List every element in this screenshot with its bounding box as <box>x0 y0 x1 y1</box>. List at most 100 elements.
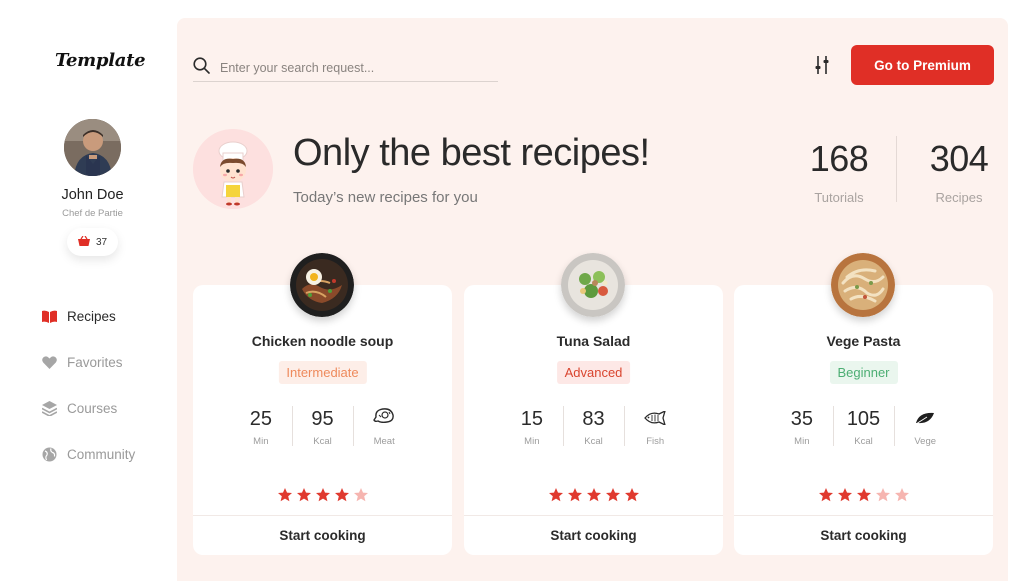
dish-image <box>290 253 354 317</box>
sidebar-item-label: Community <box>67 446 136 462</box>
basket-count: 37 <box>95 236 108 248</box>
star-filled-icon <box>605 488 620 502</box>
dish-image <box>831 253 895 317</box>
metric-time-unit: Min <box>524 436 540 447</box>
metric-type: Vege <box>894 406 956 448</box>
sidebar-item-community[interactable]: Community <box>42 444 135 464</box>
metric-time: 15 Min <box>501 406 563 448</box>
fish-icon <box>644 408 667 431</box>
metric-kcal: 83 Kcal <box>562 406 625 448</box>
globe-icon <box>42 447 57 462</box>
recipe-metrics: 15 Min 83 Kcal Fish <box>501 406 686 448</box>
avatar[interactable] <box>64 119 121 176</box>
star-empty-icon <box>894 488 909 502</box>
sidebar-item-label: Courses <box>67 400 118 416</box>
metric-kcal: 95 Kcal <box>291 406 354 448</box>
metric-kcal-unit: Kcal <box>854 436 873 447</box>
metric-type-label: Vege <box>914 436 937 447</box>
metric-kcal-value: 83 <box>582 407 605 430</box>
recipe-card[interactable]: Vege Pasta Beginner 35 Min 105 Kcal Vege <box>734 253 993 555</box>
recipe-metrics: 25 Min 95 Kcal Meat <box>230 406 415 448</box>
difficulty-badge: Advanced <box>556 361 631 384</box>
chef-illustration <box>193 129 273 209</box>
stat-tutorials-label: Tutorials <box>814 190 864 205</box>
stat-divider <box>896 136 897 202</box>
metric-kcal-value: 105 <box>846 407 881 430</box>
rating-stars <box>193 487 452 503</box>
start-cooking-button[interactable]: Start cooking <box>193 515 452 555</box>
heart-icon <box>42 355 57 370</box>
sidebar-nav: Recipes Favorites Courses Community <box>42 306 135 490</box>
metric-time-value: 35 <box>790 407 813 430</box>
sliders-icon <box>814 55 830 79</box>
recipe-card[interactable]: Tuna Salad Advanced 15 Min 83 Kcal Fish <box>464 253 723 555</box>
user-role: Chef de Partie <box>62 208 123 219</box>
meat-icon <box>373 407 395 431</box>
star-filled-icon <box>856 488 871 502</box>
recipe-metrics: 35 Min 105 Kcal Vege <box>771 406 956 448</box>
metric-type-label: Meat <box>373 436 395 447</box>
sidebar-item-recipes[interactable]: Recipes <box>42 306 135 326</box>
sidebar-item-courses[interactable]: Courses <box>42 398 135 418</box>
leaf-icon <box>915 408 935 431</box>
app-root: Template John Doe Chef de Partie 37 Reci… <box>0 0 1028 581</box>
metric-kcal-unit: Kcal <box>313 436 332 447</box>
metric-type-label: Fish <box>646 436 665 447</box>
star-filled-icon <box>818 488 833 502</box>
star-filled-icon <box>277 488 292 502</box>
metric-time-value: 25 <box>249 407 272 430</box>
metric-time-value: 15 <box>520 407 543 430</box>
metric-kcal: 105 Kcal <box>832 406 895 448</box>
start-cooking-button[interactable]: Start cooking <box>734 515 993 555</box>
difficulty-badge: Intermediate <box>278 361 367 384</box>
stat-tutorials: 168 Tutorials <box>789 138 889 205</box>
stat-recipes-label: Recipes <box>935 190 983 205</box>
sidebar-item-label: Recipes <box>67 308 116 324</box>
recipe-name: Vege Pasta <box>826 333 901 349</box>
stat-recipes-value: 304 <box>929 138 989 179</box>
star-filled-icon <box>548 488 563 502</box>
user-name: John Doe <box>61 187 124 203</box>
metric-time: 35 Min <box>771 406 833 448</box>
recipe-name: Tuna Salad <box>556 333 631 349</box>
layers-icon <box>42 400 57 416</box>
star-empty-icon <box>875 488 890 502</box>
metric-time-unit: Min <box>794 436 810 447</box>
star-filled-icon <box>296 488 311 502</box>
dish-image <box>561 253 625 317</box>
star-filled-icon <box>567 488 582 502</box>
main-panel: Go to Premium Only the best <box>177 18 1008 581</box>
recipe-card[interactable]: Chicken noodle soup Intermediate 25 Min … <box>193 253 452 555</box>
stat-tutorials-value: 168 <box>809 138 869 179</box>
star-filled-icon <box>624 488 639 502</box>
metric-time-unit: Min <box>253 436 269 447</box>
star-filled-icon <box>586 488 601 502</box>
metric-type: Fish <box>624 406 686 448</box>
search-icon[interactable] <box>193 56 210 79</box>
search-bar <box>193 54 498 82</box>
rating-stars <box>734 487 993 503</box>
page-subtitle: Today’s new recipes for you <box>293 189 478 206</box>
filter-button[interactable] <box>810 55 834 79</box>
star-filled-icon <box>315 488 330 502</box>
sidebar-item-label: Favorites <box>67 354 123 370</box>
star-filled-icon <box>334 488 349 502</box>
search-input[interactable] <box>220 60 480 75</box>
basket-icon <box>77 235 90 249</box>
basket-badge[interactable]: 37 <box>67 228 118 256</box>
difficulty-badge: Beginner <box>829 361 898 384</box>
sidebar-item-favorites[interactable]: Favorites <box>42 352 135 372</box>
start-cooking-button[interactable]: Start cooking <box>464 515 723 555</box>
star-empty-icon <box>353 488 368 502</box>
book-icon <box>42 309 57 324</box>
metric-type: Meat <box>353 406 415 448</box>
stat-recipes: 304 Recipes <box>909 138 1009 205</box>
recipe-name: Chicken noodle soup <box>251 333 394 349</box>
metric-kcal-unit: Kcal <box>584 436 603 447</box>
metric-kcal-value: 95 <box>311 407 334 430</box>
go-to-premium-button[interactable]: Go to Premium <box>851 45 994 85</box>
page-title: Only the best recipes! <box>293 132 650 174</box>
metric-time: 25 Min <box>230 406 292 448</box>
logo[interactable]: Template <box>55 50 146 71</box>
sidebar: Template John Doe Chef de Partie 37 Reci… <box>0 0 177 581</box>
